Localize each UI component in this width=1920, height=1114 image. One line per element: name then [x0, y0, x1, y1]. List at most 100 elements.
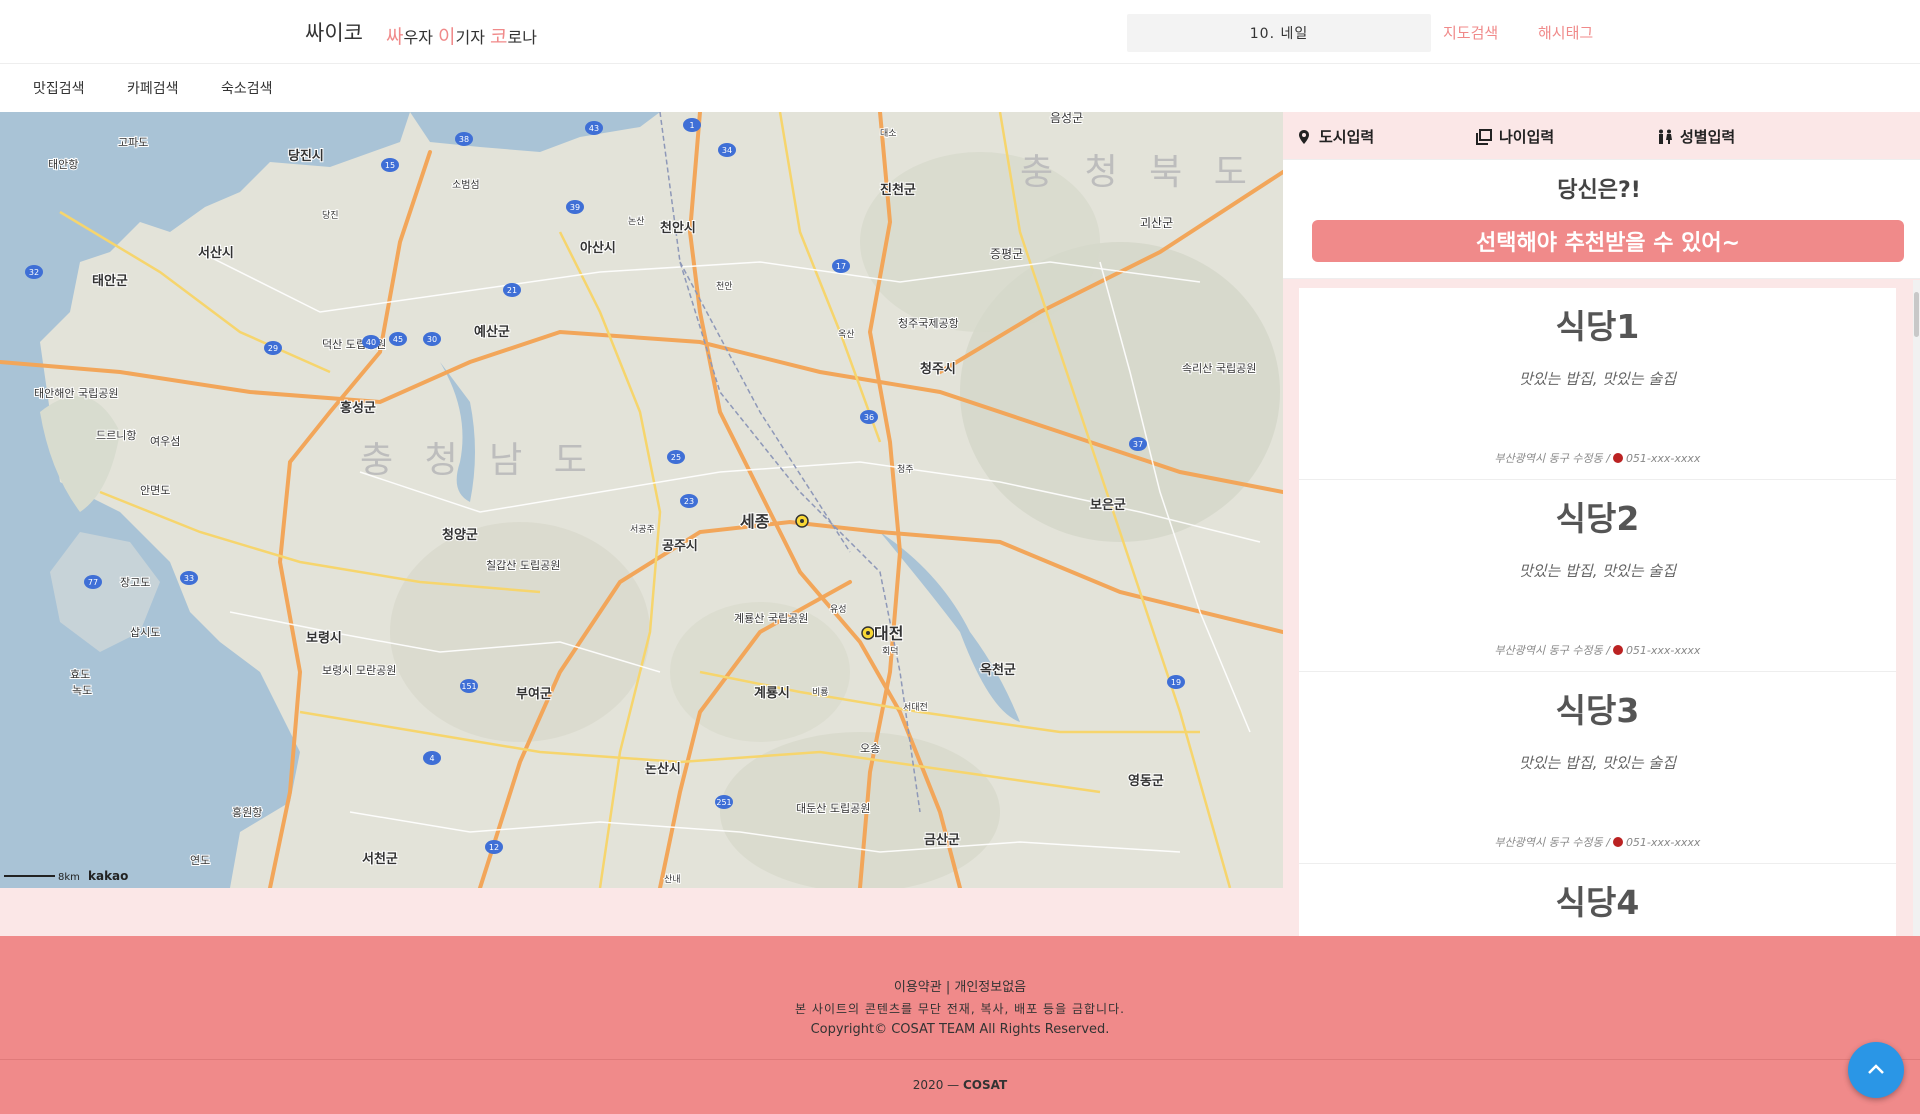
- age-filter-label: 나이입력: [1499, 128, 1555, 146]
- svg-text:30: 30: [427, 335, 437, 344]
- restaurant-list[interactable]: 식당1 맛있는 밥집, 맛있는 술집 부산광역시 동구 수정동 /051-xxx…: [1283, 280, 1920, 936]
- svg-text:23: 23: [684, 497, 694, 506]
- age-filter[interactable]: 나이입력: [1476, 126, 1554, 147]
- gender-icon: [1657, 129, 1673, 145]
- layers-icon: [1476, 128, 1492, 145]
- map-place-label: 연도: [190, 854, 210, 867]
- restaurant-card[interactable]: 식당3 맛있는 밥집, 맛있는 술집 부산광역시 동구 수정동 /051-xxx…: [1299, 672, 1896, 864]
- city-marker[interactable]: [795, 514, 809, 528]
- map-place-label: 당진시: [288, 148, 324, 164]
- map-place-label: 서공주: [630, 524, 655, 535]
- phone-icon: [1612, 837, 1623, 847]
- map-place-label: 증평군: [990, 247, 1023, 261]
- map-place-label: 속리산 국립공원: [1182, 362, 1256, 375]
- nav-item-cafe[interactable]: 카페검색: [127, 78, 179, 98]
- map-place-label: 논산: [628, 216, 645, 227]
- map-place-label: 유성: [830, 604, 847, 615]
- svg-text:33: 33: [184, 574, 194, 583]
- map-place-label: 서대전: [903, 702, 928, 713]
- nav-item-lodging[interactable]: 숙소검색: [221, 78, 273, 98]
- map-place-label: 계룡시: [754, 686, 790, 701]
- map-place-label: 여우섬: [150, 435, 180, 448]
- map-place-label: 천안시: [660, 220, 696, 236]
- map-canvas[interactable]: 충 청 남 도 충 청 북 도 태안항 고파도당진시소범섬아산시 천안시 진천군 음성군…: [0, 112, 1283, 888]
- map-place-label: 대소: [880, 128, 897, 139]
- kakao-map[interactable]: 충 청 남 도 충 청 북 도 태안항 고파도 당진시 소범섬 아산시 천안시 진천군 음성군…: [0, 112, 1283, 888]
- map-place-label: 아산시: [580, 240, 616, 256]
- map-place-label: 청주시: [920, 361, 956, 377]
- restaurant-card[interactable]: 식당2 맛있는 밥집, 맛있는 술집 부산광역시 동구 수정동 /051-xxx…: [1299, 480, 1896, 672]
- footer-terms[interactable]: 이용약관 | 개인정보없음: [0, 976, 1920, 995]
- road-shield-icon: 12: [485, 840, 503, 854]
- road-shield-icon: 4: [423, 751, 441, 765]
- map-place-label: 금산군: [924, 832, 960, 848]
- hashtag-link[interactable]: 해시태그: [1538, 22, 1593, 43]
- svg-text:38: 38: [459, 135, 469, 144]
- svg-text:151: 151: [461, 682, 476, 691]
- map-place-label: 진천군: [880, 182, 916, 198]
- road-shield-icon: 36: [860, 410, 878, 424]
- footer-copyright: Copyright© COSAT TEAM All Rights Reserve…: [810, 1022, 1110, 1037]
- map-place-label: 고파도: [118, 136, 148, 149]
- gender-filter[interactable]: 성별입력: [1657, 126, 1735, 147]
- province-label: 충 청 남 도: [360, 440, 597, 481]
- svg-text:37: 37: [1133, 440, 1143, 449]
- map-place-label: 보령시 모란공원: [322, 664, 396, 677]
- svg-text:25: 25: [671, 453, 681, 462]
- svg-text:4: 4: [429, 754, 434, 763]
- road-shield-icon: 32: [25, 265, 43, 279]
- svg-text:29: 29: [268, 344, 278, 353]
- road-shield-icon: 151: [460, 679, 478, 693]
- map-place-label: 대둔산 도립공원: [796, 802, 870, 815]
- map-scale-label: 8km: [58, 872, 80, 883]
- svg-text:34: 34: [722, 146, 732, 155]
- svg-text:40: 40: [366, 338, 376, 347]
- map-place-label: 대전: [874, 624, 903, 643]
- restaurant-title: 식당3: [1555, 691, 1640, 730]
- road-shield-icon: 30: [423, 332, 441, 346]
- nav-item-restaurant[interactable]: 맛집검색: [33, 78, 85, 98]
- svg-text:19: 19: [1171, 678, 1181, 687]
- site-slogan: 싸우자 이기자 코로나: [386, 26, 537, 48]
- restaurant-card[interactable]: 식당1 맛있는 밥집, 맛있는 술집 부산광역시 동구 수정동 /051-xxx…: [1299, 288, 1896, 480]
- category-nav: 맛집검색 카페검색 숙소검색: [0, 64, 1920, 112]
- list-scrollbar[interactable]: [1913, 280, 1920, 936]
- svg-text:12: 12: [489, 843, 499, 852]
- map-place-label: 청주국제공항: [898, 317, 959, 330]
- road-shield-icon: 39: [566, 200, 584, 214]
- footer-notice: 본 사이트의 콘텐츠를 무단 전재, 복사, 배포 등을 금합니다.: [795, 1002, 1125, 1016]
- question-text: 당신은?!: [1557, 178, 1641, 203]
- city-filter[interactable]: 도시입력: [1296, 126, 1374, 147]
- city-marker[interactable]: [861, 626, 875, 640]
- site-brand[interactable]: 싸이코: [305, 17, 363, 47]
- map-place-label: 옥산: [838, 329, 855, 340]
- gender-filter-label: 성별입력: [1680, 128, 1736, 146]
- map-place-label: 보은군: [1090, 498, 1126, 513]
- road-shield-icon: 77: [84, 575, 102, 589]
- restaurant-card[interactable]: 식당4: [1299, 864, 1896, 936]
- map-place-label: 옥천군: [980, 662, 1016, 678]
- footer-credit: 2020 — COSAT: [912, 1078, 1008, 1092]
- map-place-label: 논산시: [645, 761, 681, 777]
- list-scroll-thumb[interactable]: [1914, 292, 1919, 337]
- road-shield-icon: 43: [585, 121, 603, 135]
- road-shield-icon: 15: [381, 158, 399, 172]
- map-attribution: kakao: [88, 869, 128, 883]
- svg-text:251: 251: [716, 798, 731, 807]
- question-box: 당신은?! 선택해야 추천받을 수 있어~: [1283, 160, 1920, 279]
- map-place-label: 보령시: [306, 631, 342, 646]
- map-search-link[interactable]: 지도검색: [1443, 22, 1498, 43]
- search-input[interactable]: [1127, 14, 1431, 52]
- svg-text:39: 39: [570, 203, 580, 212]
- scroll-top-button[interactable]: [1848, 1042, 1904, 1098]
- recommend-button[interactable]: 선택해야 추천받을 수 있어~: [1312, 220, 1904, 262]
- svg-text:15: 15: [385, 161, 395, 170]
- road-shield-icon: 251: [715, 795, 733, 809]
- map-place-label: 회덕: [882, 646, 899, 657]
- road-shield-icon: 17: [832, 259, 850, 273]
- svg-text:43: 43: [589, 124, 599, 133]
- road-shield-icon: 33: [180, 571, 198, 585]
- map-place-label: 드르니항: [96, 429, 136, 442]
- map-place-label: 비룡: [812, 687, 829, 698]
- map-place-label: 효도: [70, 668, 90, 681]
